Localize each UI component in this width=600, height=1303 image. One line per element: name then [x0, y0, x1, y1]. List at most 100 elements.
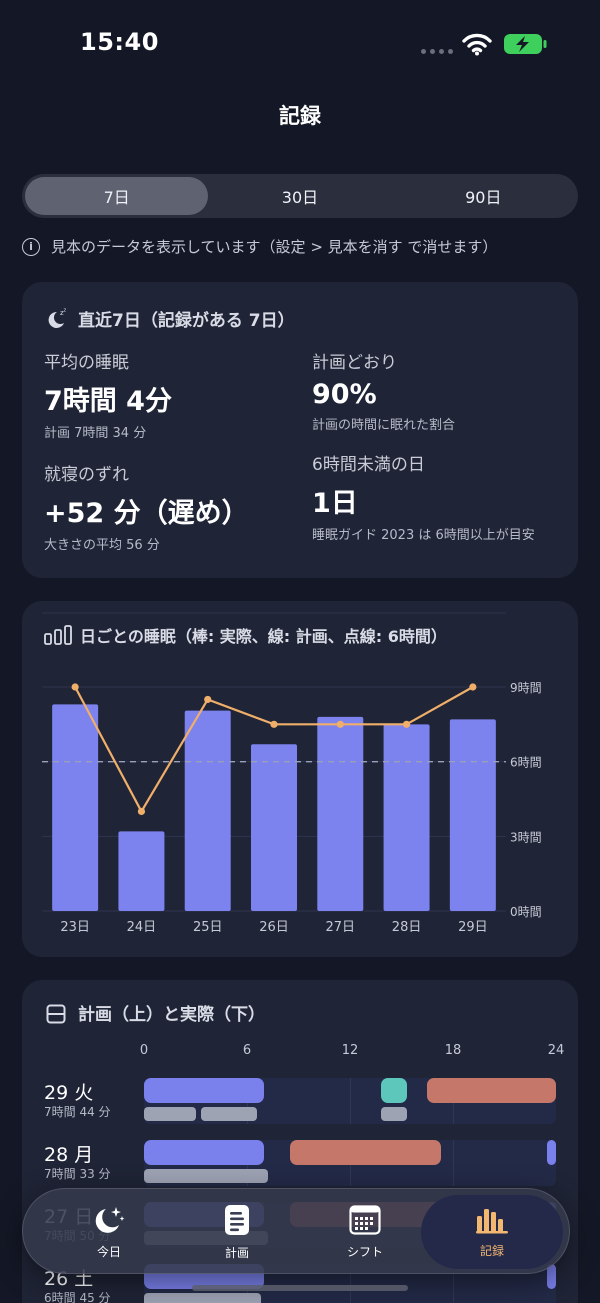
tab-shift-label: シフト — [346, 1244, 383, 1259]
info-icon: i — [22, 237, 40, 256]
svg-text:z: z — [64, 307, 67, 313]
chart-plan-point — [137, 807, 146, 816]
bedtime-drift-stat: 就寝のずれ +52 分（遅め） 大きさの平均 56 分 — [44, 460, 304, 556]
timeline-duration: 6時間 45 分 — [44, 1291, 111, 1303]
tab-plan-label: 計画 — [224, 1245, 249, 1260]
on-plan-stat: 計画どおり 90% 計画の時間に眠れた割合 — [312, 348, 562, 436]
short-sleep-days-label: 6時間未満の日 — [312, 455, 425, 475]
chart-plan-point — [469, 683, 477, 691]
battery-charging-icon — [504, 34, 547, 54]
timeline-duration: 7時間 33 分 — [44, 1167, 111, 1181]
average-sleep-plan: 計画 7時間 34 分 — [44, 426, 147, 441]
chart-plan-point — [336, 720, 344, 728]
range-tab-30-days[interactable]: 30日 — [208, 177, 391, 215]
chart-bar-actual — [449, 719, 496, 911]
timeline-hour-label: 0 — [139, 1043, 149, 1058]
timeline-day-label: 28 月 — [44, 1144, 94, 1166]
bedtime-drift-value: +52 分（遅め） — [44, 498, 249, 529]
tab-shift[interactable]: シフト — [301, 1189, 429, 1275]
timeline-plan-block — [289, 1140, 441, 1165]
range-segmented-control: 7日 30日 90日 — [22, 174, 578, 218]
timeline-duration: 7時間 44 分 — [44, 1105, 111, 1119]
plan-vs-actual-title: 計画（上）と実際（下） — [78, 1005, 265, 1025]
on-plan-label: 計画どおり — [312, 353, 397, 373]
summary-title: 直近7日（記録がある 7日） — [78, 311, 295, 331]
sample-data-notice-text: 見本のデータを表示しています（設定 > 見本を消す で消せます） — [51, 238, 498, 256]
tab-records[interactable]: 記録 — [421, 1195, 563, 1269]
chart-x-tick-label: 27日 — [326, 920, 356, 935]
chart-x-tick-label: 28日 — [392, 920, 422, 935]
on-plan-description: 計画の時間に眠れた割合 — [312, 418, 456, 433]
timeline-actual-block — [380, 1107, 407, 1121]
tab-today-label: 今日 — [96, 1244, 121, 1259]
chart-y-tick-label: 6時間 — [510, 756, 542, 770]
timeline-hour-label: 6 — [242, 1043, 252, 1058]
timeline-plan-block — [427, 1078, 556, 1103]
chart-bar-actual — [184, 710, 231, 911]
timeline-actual-block — [144, 1107, 196, 1121]
wifi-icon — [462, 33, 492, 56]
timeline-actual-block — [144, 1293, 261, 1303]
timeline-plan-block — [380, 1078, 407, 1103]
average-sleep-stat: 平均の睡眠 7時間 4分 計画 7時間 34 分 — [44, 348, 294, 444]
chart-x-tick-label: 23日 — [60, 920, 90, 935]
chart-bar-actual — [52, 704, 99, 911]
sample-data-notice: i 見本のデータを表示しています（設定 > 見本を消す で消せます） — [22, 236, 497, 257]
chart-plan-point — [402, 720, 411, 728]
chart-y-tick-label: 9時間 — [510, 681, 542, 695]
timeline-day-label: 29 火 — [44, 1082, 94, 1104]
cellular-signal-icon — [421, 49, 453, 54]
chart-y-tick-label: 0時間 — [510, 905, 542, 919]
chart-y-tick-label: 3時間 — [510, 830, 542, 844]
bar-chart-icon — [476, 1208, 508, 1233]
chart-bar-actual — [383, 724, 430, 911]
timeline-hour-label: 18 — [444, 1043, 462, 1058]
range-tab-90-days[interactable]: 90日 — [392, 177, 575, 215]
average-sleep-label: 平均の睡眠 — [44, 353, 129, 373]
chart-bar-actual — [251, 744, 297, 911]
timeline-hour-label: 12 — [341, 1043, 359, 1058]
on-plan-value: 90% — [312, 379, 377, 410]
timeline-gridline — [350, 1078, 351, 1124]
status-bar: 15:40 — [0, 0, 600, 90]
timeline-plan-block — [547, 1140, 556, 1165]
tab-plan[interactable]: 計画 — [173, 1189, 301, 1275]
range-tab-7-days[interactable]: 7日 — [25, 177, 209, 215]
tab-today[interactable]: 今日 — [45, 1189, 173, 1275]
daily-sleep-chart: 0時間 3時間 6時間 9時間 23日 24日 25日 26日 27日 28日 29日 — [42, 612, 542, 935]
chart-x-tick-label: 26日 — [259, 920, 289, 935]
home-indicator — [192, 1285, 408, 1291]
moon-sleep-icon: z z — [48, 307, 67, 328]
timeline-hour-label: 24 — [547, 1043, 565, 1058]
timeline-gridline — [453, 1140, 454, 1186]
page-title: 記録 — [279, 104, 321, 128]
timeline-plan-block — [144, 1078, 265, 1103]
chart-x-tick-label: 25日 — [193, 920, 223, 935]
bedtime-drift-average: 大きさの平均 56 分 — [44, 538, 160, 553]
tab-records-label: 記録 — [479, 1243, 504, 1258]
timeline-actual-block — [144, 1169, 268, 1183]
chart-x-tick-label: 29日 — [458, 920, 488, 935]
split-view-icon — [46, 1004, 66, 1024]
timeline-track — [144, 1140, 556, 1186]
daily-sleep-chart-card: 日ごとの睡眠（棒: 実際、線: 計画、点線: 6時間） 0時間 3時間 6時間 9時間… — [22, 601, 578, 957]
chart-plan-point — [204, 695, 212, 704]
timeline-actual-block — [200, 1107, 258, 1121]
bottom-tab-bar: 今日 計画 シフト 記録 — [22, 1188, 570, 1274]
bedtime-drift-label: 就寝のずれ — [44, 465, 129, 485]
status-time: 15:40 — [80, 28, 159, 56]
timeline-track — [144, 1078, 556, 1124]
timeline-plan-block — [144, 1140, 265, 1165]
chart-plan-point — [71, 683, 79, 691]
chart-bar-actual — [118, 831, 165, 911]
short-sleep-days-value: 1日 — [312, 488, 358, 519]
chart-bar-actual — [317, 716, 364, 911]
average-sleep-value: 7時間 4分 — [44, 386, 172, 417]
calendar-grid-icon — [349, 1204, 381, 1235]
chart-plan-point — [270, 720, 278, 728]
summary-card: z z 直近7日（記録がある 7日） 平均の睡眠 7時間 4分 計画 7時間 3… — [22, 282, 578, 578]
timeline-row[interactable]: 29 火 7時間 44 分 — [22, 1078, 578, 1138]
moon-stars-icon — [95, 1206, 125, 1233]
sleep-guide-note: 睡眠ガイド 2023 は 6時間以上が目安 — [312, 528, 535, 543]
short-sleep-days-stat: 6時間未満の日 1日 睡眠ガイド 2023 は 6時間以上が目安 — [312, 450, 552, 546]
